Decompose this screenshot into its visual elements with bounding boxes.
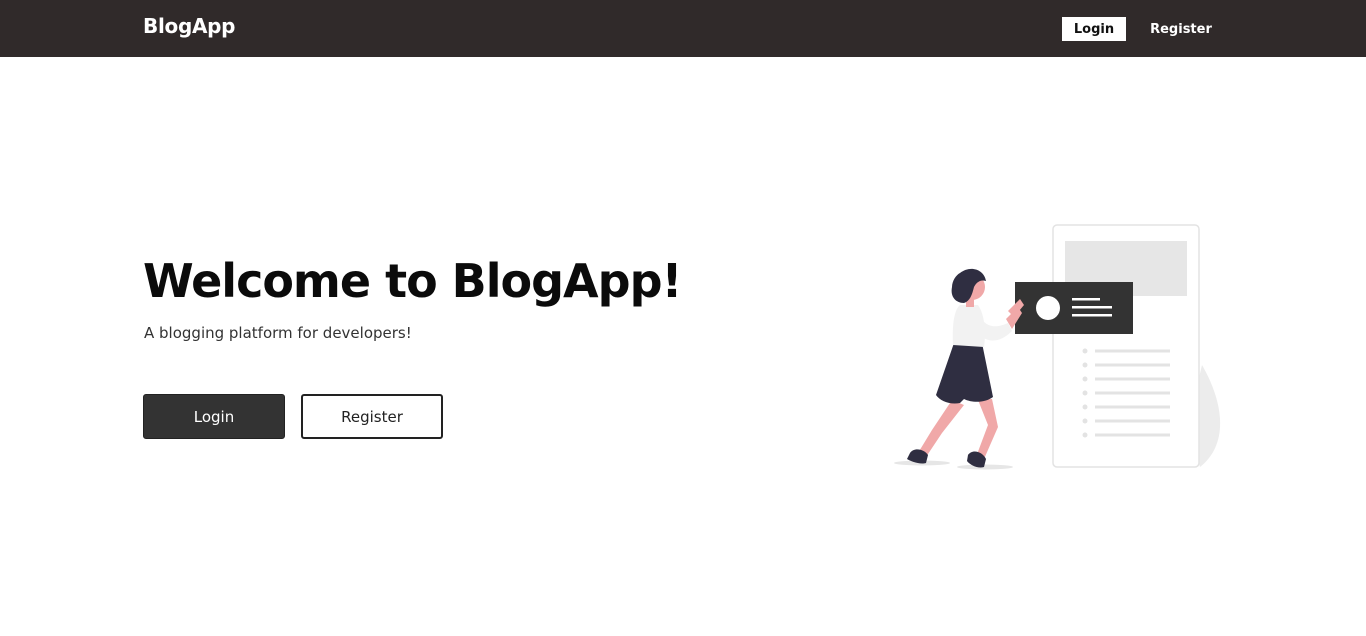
hero-title: Welcome to BlogApp! <box>143 254 682 308</box>
card-avatar <box>1036 296 1060 320</box>
woman-figure <box>907 268 1024 468</box>
hero-subtitle: A blogging platform for developers! <box>144 324 412 342</box>
navbar: BlogApp Login Register <box>0 0 1366 57</box>
register-button[interactable]: Register <box>301 394 443 439</box>
login-button[interactable]: Login <box>143 394 285 439</box>
brand-logo[interactable]: BlogApp <box>143 14 235 38</box>
nav-register-link[interactable]: Register <box>1145 17 1217 41</box>
nav-login-button[interactable]: Login <box>1062 17 1126 41</box>
blog-illustration-icon <box>894 224 1221 470</box>
shadow-right <box>957 464 1013 470</box>
